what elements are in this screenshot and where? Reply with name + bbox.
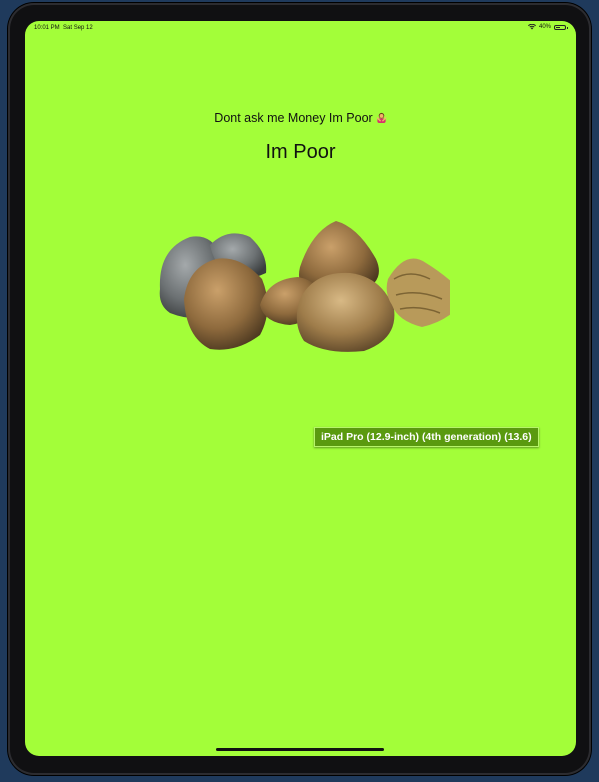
status-time-date: 10:01 PM Sat Sep 12 [34,25,93,31]
woman-gesturing-no-emoji-icon [376,112,387,123]
rocks-image [159,221,450,352]
battery-icon [554,24,568,30]
wifi-icon [527,24,536,30]
device-label-tooltip: iPad Pro (12.9-inch) (4th generation) (1… [314,427,539,447]
status-time: 10:01 PM [34,25,60,31]
subtitle-label: Dont ask me Money Im Poor [214,111,373,125]
battery-percent: 40% [538,24,551,30]
status-bar: 10:01 PM Sat Sep 12 40% [25,21,576,37]
subtitle-text: Dont ask me Money Im Poor [25,111,576,125]
home-indicator[interactable] [216,748,384,751]
page-title: Im Poor [265,141,336,163]
status-date: Sat Sep 12 [63,25,93,31]
status-indicators: 40% [527,24,568,30]
app-screen: 10:01 PM Sat Sep 12 40% Dont ask me Mone… [25,21,576,756]
